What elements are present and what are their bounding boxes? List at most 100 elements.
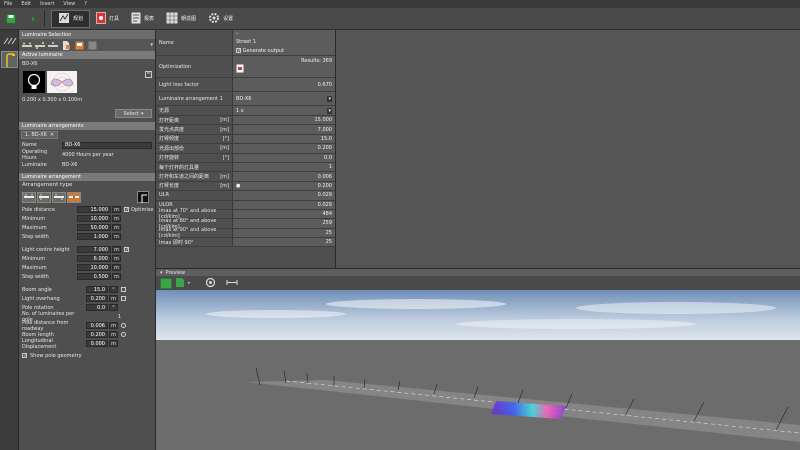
new-view-icon[interactable] bbox=[175, 277, 185, 290]
prop-row: 灯臂长度 [m] ● 0.200 bbox=[156, 181, 335, 192]
cloud bbox=[456, 319, 696, 329]
arrangement-staggered-button[interactable] bbox=[52, 191, 66, 203]
chevron-down-icon[interactable]: ▾ bbox=[160, 270, 163, 276]
boom-angle-row: Boom angle 15.0 ° bbox=[19, 285, 155, 294]
select-button[interactable]: Select ▾ bbox=[115, 109, 152, 118]
chevron-down-icon: ▾ bbox=[327, 107, 332, 114]
prop-row: Imax 即时 90° 25 bbox=[156, 238, 335, 248]
menu-view[interactable]: View bbox=[63, 1, 75, 7]
arrangement-opposite-button[interactable] bbox=[37, 191, 51, 203]
prop-dropdown2-row: 无源 1 x ▾ bbox=[156, 106, 335, 116]
add-arrangement-icon[interactable] bbox=[60, 40, 72, 50]
llf-value[interactable]: 0.670 bbox=[233, 78, 335, 91]
light-centre-input[interactable]: 7.000 bbox=[77, 246, 111, 253]
quantity-select[interactable]: 1 x ▾ bbox=[233, 106, 335, 115]
pole-max-row: Maximum 50.000 m bbox=[19, 223, 155, 232]
pole-distance-roadway-radio[interactable] bbox=[121, 323, 126, 328]
luminaire-value: BD-X6 bbox=[62, 162, 78, 168]
boom-angle-input[interactable]: 15.0 bbox=[86, 286, 108, 293]
arrangement-type-buttons bbox=[19, 189, 155, 205]
boom-length-input[interactable]: 0.200 bbox=[86, 331, 108, 338]
pole-distance-roadway-input[interactable]: 0.006 bbox=[86, 322, 108, 329]
prop-row: Imax at 90° and above [cd/klm] 25 bbox=[156, 227, 335, 239]
tab-settings[interactable]: 设置 bbox=[202, 10, 239, 28]
arrangement-toolbar: ▾ bbox=[19, 39, 155, 51]
prop-optimization-row: Optimization Results: 369 bbox=[156, 56, 335, 78]
prop-row: 每个灯杆的灯具量 1 bbox=[156, 162, 335, 173]
gear-icon bbox=[208, 12, 220, 26]
tab-planning[interactable]: 规划 bbox=[51, 9, 91, 28]
menu-file[interactable]: File bbox=[4, 1, 12, 7]
pole-distance-row: Pole distance 15.000 m ✓ Optimise bbox=[22, 206, 154, 213]
chevron-down-icon: ▾ bbox=[140, 110, 144, 117]
arrangement-select[interactable]: BD-X6 ▾ bbox=[233, 92, 335, 105]
arrangement-type-label: Arrangement type bbox=[22, 182, 73, 188]
arrangements-header: Luminaire arrangements bbox=[19, 122, 155, 130]
catalog-icon[interactable] bbox=[145, 71, 152, 80]
luminaire-icon bbox=[96, 11, 106, 26]
grid-icon bbox=[166, 11, 179, 26]
menu-insert[interactable]: Insert bbox=[40, 1, 54, 7]
prop-row: 光源出部份 [m] 0.200 bbox=[156, 144, 335, 154]
start-calculation-icon[interactable] bbox=[160, 277, 172, 289]
copy-arrangement-icon[interactable] bbox=[86, 41, 98, 50]
light-overhang-input[interactable]: 0.200 bbox=[86, 295, 108, 302]
close-icon[interactable]: ✕ bbox=[50, 132, 54, 138]
chevron-right-icon[interactable]: › bbox=[236, 31, 238, 37]
camera-icon[interactable] bbox=[205, 277, 216, 290]
pole-rotation-input[interactable]: 0.0 bbox=[86, 304, 108, 311]
light-overhang-checkbox[interactable] bbox=[121, 296, 126, 301]
tab-report[interactable]: 报表 bbox=[125, 10, 160, 28]
pole-max-input[interactable]: 50.000 bbox=[77, 224, 111, 231]
luminaire-row: Luminaire BD-X6 bbox=[22, 162, 78, 168]
preview-toolbar: ▸ bbox=[156, 276, 800, 290]
delete-arrangement-icon[interactable] bbox=[73, 41, 85, 50]
arrangement-name-input[interactable]: BD-X6 bbox=[62, 141, 152, 149]
arrangement-type-3-icon[interactable] bbox=[47, 41, 59, 50]
cloud bbox=[326, 299, 506, 309]
light-min-input[interactable]: 6.000 bbox=[77, 255, 111, 262]
active-luminaire-header: Active luminaire bbox=[19, 51, 155, 59]
pole-distance-input[interactable]: 15.000 bbox=[77, 206, 111, 213]
light-max-row: Maximum 10.000 m bbox=[19, 263, 155, 272]
panel-title: Luminaire Selection bbox=[19, 30, 155, 39]
export-icon[interactable] bbox=[22, 12, 38, 26]
show-pole-checkbox[interactable]: ✓ bbox=[22, 353, 27, 359]
tab-luminaire[interactable]: 灯具 bbox=[90, 10, 125, 28]
report-icon bbox=[131, 12, 141, 26]
properties-panel: Name › Street 1 ✓ Generate output Optimi… bbox=[156, 30, 336, 268]
arrangement-type-1-icon[interactable] bbox=[21, 41, 33, 50]
optimization-report-icon[interactable] bbox=[236, 64, 244, 75]
light-centre-optimise-checkbox[interactable]: ✓ bbox=[124, 247, 129, 253]
boom-length-radio[interactable] bbox=[121, 332, 126, 337]
show-pole-row: ✓ Show pole geometry bbox=[22, 352, 82, 359]
street-scene bbox=[156, 290, 800, 450]
arrangement-type-2-icon[interactable] bbox=[34, 41, 46, 50]
play-icon[interactable]: ▸ bbox=[188, 280, 191, 286]
luminaire-name: BD-X6 bbox=[22, 61, 38, 67]
pole-step-input[interactable]: 1.000 bbox=[77, 233, 111, 240]
measure-tool-icon[interactable] bbox=[1, 32, 18, 49]
tab-grid[interactable]: 朝造图 bbox=[160, 10, 202, 28]
generate-output-checkbox-row[interactable]: ✓ Generate output bbox=[236, 47, 284, 54]
pole-min-input[interactable]: 10.000 bbox=[77, 215, 111, 222]
street-name-value[interactable]: Street 1 bbox=[236, 39, 256, 45]
save-icon[interactable] bbox=[3, 12, 19, 26]
light-step-input[interactable]: 0.500 bbox=[77, 273, 111, 280]
boom-angle-checkbox[interactable] bbox=[121, 287, 126, 292]
light-overhang-row: Light overhang 0.200 m bbox=[19, 294, 155, 303]
arrangements-tabbar: 1. BD-X6 ✕ bbox=[19, 130, 155, 140]
ruler-icon[interactable] bbox=[226, 278, 238, 289]
tab-arrangement-1[interactable]: 1. BD-X6 ✕ bbox=[21, 131, 59, 139]
arrangement-single-side-button[interactable] bbox=[22, 191, 36, 203]
menu-edit[interactable]: Edit bbox=[21, 1, 31, 7]
chevron-down-icon[interactable]: ▾ bbox=[150, 42, 155, 48]
menu-help[interactable]: ? bbox=[84, 1, 87, 7]
arrangement-central-button[interactable] bbox=[67, 191, 81, 203]
longitudinal-input[interactable]: 0.000 bbox=[86, 340, 108, 347]
optimise-checkbox[interactable]: ✓ bbox=[124, 207, 129, 213]
3d-preview-viewport[interactable] bbox=[156, 290, 800, 450]
light-max-input[interactable]: 10.000 bbox=[77, 264, 111, 271]
pole-distance-roadway-row: Pole distance from roadway 0.006 m bbox=[19, 320, 155, 332]
street-light-tool-icon[interactable] bbox=[1, 51, 18, 68]
